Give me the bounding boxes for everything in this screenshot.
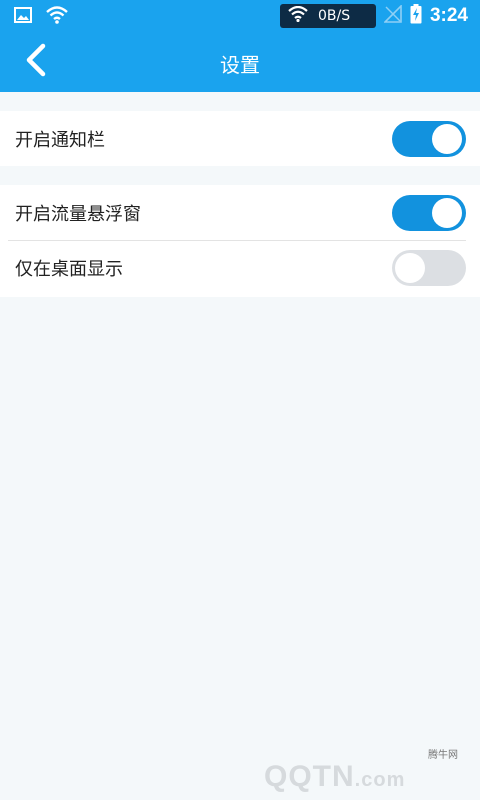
setting-label: 开启流量悬浮窗	[15, 204, 141, 225]
signal-icon	[383, 4, 402, 27]
status-bar: 0B/S 3:24	[0, 0, 480, 32]
watermark-logo-text: QQTN	[264, 760, 355, 793]
setting-label: 仅在桌面显示	[15, 259, 123, 280]
battery-charging-icon	[410, 4, 422, 28]
settings-group-floating-window: 开启流量悬浮窗 仅在桌面显示	[0, 185, 480, 297]
notification-bar-toggle[interactable]	[392, 121, 466, 157]
watermark: 腾牛网 QQTN.com	[264, 744, 474, 794]
settings-group-notification: 开启通知栏	[0, 111, 480, 166]
setting-label: 开启通知栏	[15, 130, 105, 151]
network-speed-indicator: 0B/S	[279, 4, 376, 28]
toggle-knob	[432, 198, 462, 228]
app-bar: 设置	[0, 32, 480, 92]
watermark-logo-suffix: .com	[354, 769, 406, 791]
image-icon	[14, 7, 32, 27]
watermark-logo: QQTN.com	[264, 760, 405, 794]
setting-row-floating-window: 开启流量悬浮窗	[0, 185, 480, 241]
network-speed-text: 0B/S	[317, 8, 351, 24]
setting-row-desktop-only: 仅在桌面显示	[0, 240, 480, 297]
setting-row-notification-bar: 开启通知栏	[0, 111, 480, 166]
toggle-knob	[395, 253, 425, 283]
wifi-icon	[288, 5, 308, 26]
clock-time: 3:24	[429, 5, 468, 26]
desktop-only-toggle[interactable]	[392, 250, 466, 286]
watermark-site-name: 腾牛网	[428, 750, 458, 761]
floating-window-toggle[interactable]	[392, 195, 466, 231]
toggle-knob	[432, 124, 462, 154]
wifi-icon	[46, 6, 68, 28]
page-title: 设置	[220, 53, 260, 77]
